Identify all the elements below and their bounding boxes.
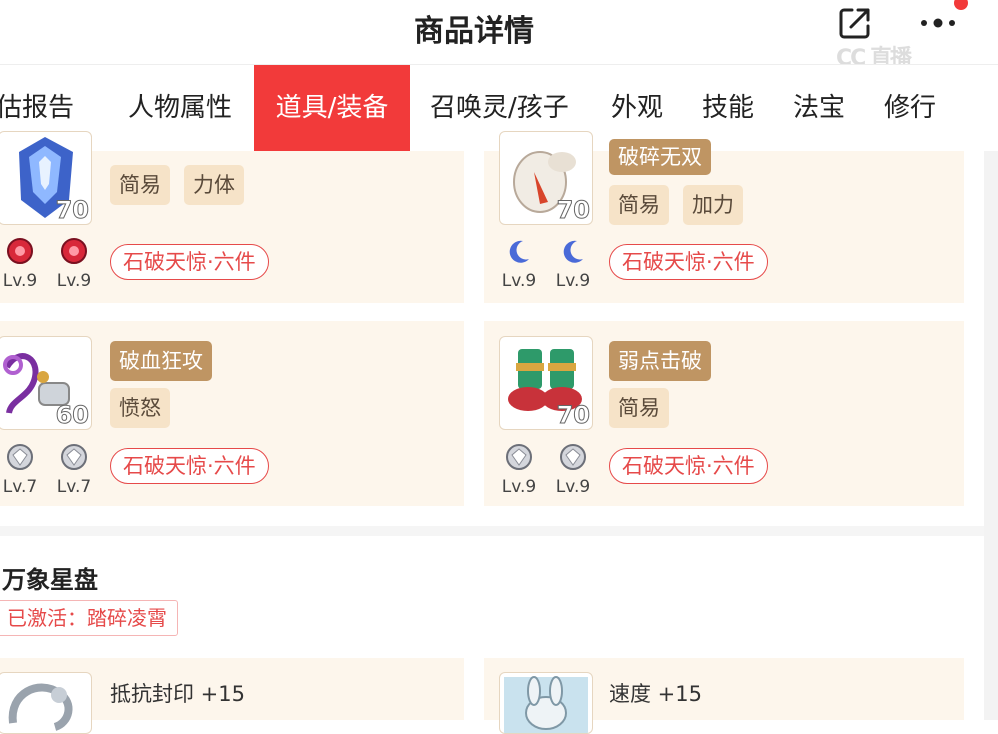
equipment-image: 70 xyxy=(0,131,92,225)
rabbit-icon xyxy=(504,676,588,733)
attribute-tag: 简易 xyxy=(110,165,170,205)
equipment-card[interactable]: 70 破碎无双 简易 加力 Lv.9 Lv.9 石破天惊·六件 xyxy=(484,131,964,303)
more-icon[interactable] xyxy=(918,8,962,38)
attribute-tag: 加力 xyxy=(683,185,743,225)
star-chart-image xyxy=(0,672,92,734)
attribute-tag: 愤怒 xyxy=(110,388,170,428)
level-badge: 70 xyxy=(55,196,89,225)
diamond-gem-icon xyxy=(560,444,586,470)
diamond-gem-icon xyxy=(7,444,33,470)
gem-level: Lv.9 xyxy=(501,477,537,497)
equipment-image: 70 xyxy=(499,336,593,430)
attribute-tag: 力体 xyxy=(184,165,244,205)
red-gem-icon xyxy=(61,238,87,264)
silver-serpent-icon xyxy=(8,683,73,731)
gem-level: Lv.9 xyxy=(555,477,591,497)
tab-cultivation[interactable]: 修行 xyxy=(884,65,936,151)
gem-slot: Lv.9 xyxy=(547,443,599,497)
moon-gem-icon xyxy=(509,240,529,263)
gem-level: Lv.9 xyxy=(501,271,537,291)
set-bonus-pill: 石破天惊·六件 xyxy=(110,448,269,484)
gem-slot: Lv.9 xyxy=(547,237,599,291)
gem-level: Lv.7 xyxy=(56,477,92,497)
special-skill-tag: 弱点击破 xyxy=(609,341,711,381)
share-icon[interactable] xyxy=(838,6,872,40)
tab-attributes[interactable]: 人物属性 xyxy=(128,65,232,151)
set-bonus-pill: 石破天惊·六件 xyxy=(609,448,768,484)
gem-level: Lv.9 xyxy=(2,271,38,291)
level-badge: 70 xyxy=(556,196,590,225)
scroll-edge xyxy=(984,151,998,720)
stat-bonus: 速度 +15 xyxy=(609,682,702,706)
gem-slot: Lv.9 xyxy=(48,237,100,291)
page-title: 商品详情 xyxy=(414,14,534,49)
set-bonus-pill: 石破天惊·六件 xyxy=(609,244,768,280)
star-chart-card[interactable]: 抵抗封印 +15 xyxy=(0,658,464,734)
gem-level: Lv.7 xyxy=(2,477,38,497)
diamond-gem-icon xyxy=(61,444,87,470)
tab-treasure[interactable]: 法宝 xyxy=(793,65,845,151)
gem-level: Lv.9 xyxy=(56,271,92,291)
gem-slot: Lv.7 xyxy=(0,443,46,497)
gem-slot: Lv.9 xyxy=(493,237,545,291)
tab-equipment[interactable]: 道具/装备 xyxy=(254,65,410,151)
equipment-card[interactable]: 70 简易 力体 Lv.9 Lv.9 石破天惊·六件 xyxy=(0,131,464,303)
gem-slot: Lv.7 xyxy=(48,443,100,497)
section-divider xyxy=(0,526,984,536)
tab-skills[interactable]: 技能 xyxy=(702,65,754,151)
gem-slot: Lv.9 xyxy=(493,443,545,497)
level-badge: 60 xyxy=(55,401,89,430)
equipment-image: 60 xyxy=(0,336,92,430)
activated-badge: 已激活：踏碎凌霄 xyxy=(0,600,178,636)
attribute-tag: 简易 xyxy=(609,388,669,428)
gem-slot: Lv.9 xyxy=(0,237,46,291)
moon-gem-icon xyxy=(563,240,583,263)
red-gem-icon xyxy=(7,238,33,264)
diamond-gem-icon xyxy=(506,444,532,470)
attribute-tag: 简易 xyxy=(609,185,669,225)
star-chart-image xyxy=(499,672,593,734)
equipment-card[interactable]: 60 破血狂攻 愤怒 Lv.7 Lv.7 石破天惊·六件 xyxy=(0,321,464,506)
equipment-card[interactable]: 70 弱点击破 简易 Lv.9 Lv.9 石破天惊·六件 xyxy=(484,321,964,506)
set-bonus-pill: 石破天惊·六件 xyxy=(110,244,269,280)
gem-level: Lv.9 xyxy=(555,271,591,291)
section-title: 万象星盘 xyxy=(2,566,98,594)
star-chart-card[interactable]: 速度 +15 xyxy=(484,658,964,734)
level-badge: 70 xyxy=(556,401,590,430)
special-skill-tag: 破血狂攻 xyxy=(110,341,212,381)
stat-bonus: 抵抗封印 +15 xyxy=(110,682,245,706)
equipment-image: 70 xyxy=(499,131,593,225)
special-skill-tag: 破碎无双 xyxy=(609,139,711,175)
